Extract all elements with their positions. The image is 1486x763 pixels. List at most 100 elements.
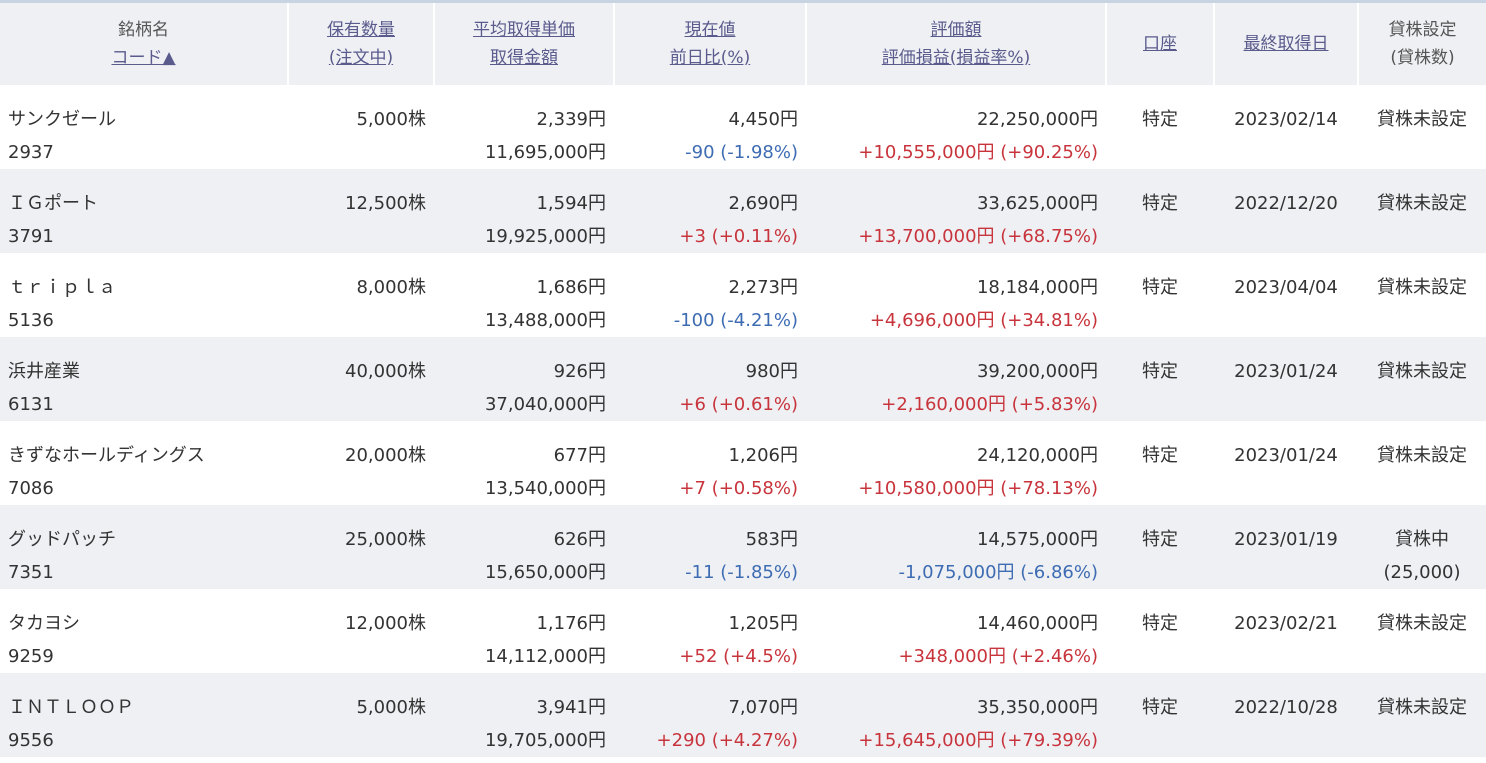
profit-loss: +15,645,000円 (+79.39%) (858, 730, 1098, 751)
cell-quantity: 40,000株 (288, 337, 434, 421)
current-price: 2,690円 (728, 193, 798, 214)
stock-name[interactable]: きずなホールディングス (8, 439, 280, 472)
avg-price: 3,941円 (536, 697, 606, 718)
account-type: 特定 (1142, 109, 1178, 130)
stock-name[interactable]: ＩＧポート (8, 187, 280, 220)
stock-name[interactable]: グッドパッチ (8, 523, 280, 556)
stock-name[interactable]: ｔｒｉｐｌａ (8, 271, 280, 304)
table-header: 銘柄名 コード▲ 保有数量 (注文中) 平均取得単価 取得金額 現在値 前日比(… (0, 3, 1486, 85)
market-value: 14,575,000円 (976, 529, 1098, 550)
stock-code: 3791 (8, 226, 54, 247)
cell-value-pl: 35,350,000円 +15,645,000円 (+79.39%) (806, 673, 1106, 757)
header-value-pl[interactable]: 評価額 評価損益(損益率%) (806, 3, 1107, 85)
cell-avg-cost: 626円 15,650,000円 (434, 505, 614, 589)
profit-loss: +13,700,000円 (+68.75%) (858, 226, 1098, 247)
header-lending-label: 貸株設定 (1388, 20, 1457, 40)
account-type: 特定 (1142, 445, 1178, 466)
cell-avg-cost: 926円 37,040,000円 (434, 337, 614, 421)
quantity: 25,000株 (345, 529, 426, 550)
avg-price: 626円 (553, 529, 606, 550)
acquisition-cost: 37,040,000円 (484, 394, 606, 415)
current-price: 980円 (745, 361, 798, 382)
cell-name-code: ＩＧポート 3791 (0, 169, 288, 253)
stock-name[interactable]: タカヨシ (8, 607, 280, 640)
header-price-change[interactable]: 現在値 前日比(%) (614, 3, 807, 85)
table-body: サンクゼール 2937 5,000株 2,339円 11,695,000円 4,… (0, 85, 1486, 757)
sort-price-link[interactable]: 現在値 (615, 16, 805, 44)
sort-pl-link[interactable]: 評価損益(損益率%) (807, 44, 1105, 72)
cell-account: 特定 (1106, 337, 1214, 421)
table-row[interactable]: 浜井産業 6131 40,000株 926円 37,040,000円 980円 … (0, 337, 1486, 421)
cell-account: 特定 (1106, 169, 1214, 253)
cell-name-code: ｔｒｉｐｌａ 5136 (0, 253, 288, 337)
cell-price-change: 2,690円 +3 (+0.11%) (614, 169, 806, 253)
profit-loss: -1,075,000円 (-6.86%) (898, 562, 1098, 583)
header-quantity[interactable]: 保有数量 (注文中) (288, 3, 435, 85)
cell-lending: 貸株未設定 (1358, 421, 1486, 505)
acquisition-cost: 15,650,000円 (484, 562, 606, 583)
sort-account-link[interactable]: 口座 (1107, 30, 1213, 58)
header-account[interactable]: 口座 (1106, 3, 1215, 85)
last-acquired-date: 2023/02/21 (1234, 613, 1338, 634)
profit-loss: +2,160,000円 (+5.83%) (881, 394, 1098, 415)
cell-name-code: きずなホールディングス 7086 (0, 421, 288, 505)
stock-code: 9259 (8, 646, 54, 667)
cell-quantity: 12,500株 (288, 169, 434, 253)
cell-lending: 貸株中 (25,000) (1358, 505, 1486, 589)
acquisition-cost: 14,112,000円 (484, 646, 606, 667)
table-row[interactable]: きずなホールディングス 7086 20,000株 677円 13,540,000… (0, 421, 1486, 505)
header-last-date[interactable]: 最終取得日 (1214, 3, 1359, 85)
table-row[interactable]: ＩＮＴＬＯＯＰ 9556 5,000株 3,941円 19,705,000円 7… (0, 673, 1486, 757)
cell-lending: 貸株未設定 (1358, 85, 1486, 169)
lending-status: 貸株未設定 (1377, 193, 1467, 214)
day-change: -100 (-4.21%) (673, 310, 798, 331)
day-change: +3 (+0.11%) (679, 226, 798, 247)
table-row[interactable]: サンクゼール 2937 5,000株 2,339円 11,695,000円 4,… (0, 85, 1486, 169)
sort-avg-price-link[interactable]: 平均取得単価 (435, 16, 613, 44)
cell-account: 特定 (1106, 253, 1214, 337)
market-value: 14,460,000円 (976, 613, 1098, 634)
sort-code-link[interactable]: コード▲ (0, 44, 287, 72)
current-price: 1,205円 (728, 613, 798, 634)
acquisition-cost: 13,540,000円 (484, 478, 606, 499)
account-type: 特定 (1142, 277, 1178, 298)
cell-price-change: 7,070円 +290 (+4.27%) (614, 673, 806, 757)
acquisition-cost: 19,705,000円 (484, 730, 606, 751)
sort-change-link[interactable]: 前日比(%) (615, 44, 805, 72)
avg-price: 1,176円 (536, 613, 606, 634)
table-row[interactable]: グッドパッチ 7351 25,000株 626円 15,650,000円 583… (0, 505, 1486, 589)
lending-status: 貸株未設定 (1377, 445, 1467, 466)
cell-lending: 貸株未設定 (1358, 673, 1486, 757)
cell-lending: 貸株未設定 (1358, 589, 1486, 673)
quantity: 5,000株 (356, 109, 426, 130)
sort-pending-link[interactable]: (注文中) (289, 44, 433, 72)
header-lending: 貸株設定 (貸株数) (1358, 3, 1486, 85)
sort-cost-link[interactable]: 取得金額 (435, 44, 613, 72)
quantity: 5,000株 (356, 697, 426, 718)
lending-status: 貸株未設定 (1377, 613, 1467, 634)
cell-value-pl: 14,460,000円 +348,000円 (+2.46%) (806, 589, 1106, 673)
cell-last-date: 2023/01/24 (1214, 421, 1358, 505)
stock-name[interactable]: 浜井産業 (8, 355, 280, 388)
cell-price-change: 1,206円 +7 (+0.58%) (614, 421, 806, 505)
last-acquired-date: 2023/01/19 (1234, 529, 1338, 550)
cell-avg-cost: 2,339円 11,695,000円 (434, 85, 614, 169)
sort-quantity-link[interactable]: 保有数量 (289, 16, 433, 44)
day-change: -90 (-1.98%) (685, 142, 798, 163)
stock-name[interactable]: ＩＮＴＬＯＯＰ (8, 691, 280, 724)
table-row[interactable]: ＩＧポート 3791 12,500株 1,594円 19,925,000円 2,… (0, 169, 1486, 253)
cell-lending: 貸株未設定 (1358, 169, 1486, 253)
sort-value-link[interactable]: 評価額 (807, 16, 1105, 44)
acquisition-cost: 19,925,000円 (484, 226, 606, 247)
cell-name-code: 浜井産業 6131 (0, 337, 288, 421)
cell-last-date: 2022/10/28 (1214, 673, 1358, 757)
table-row[interactable]: ｔｒｉｐｌａ 5136 8,000株 1,686円 13,488,000円 2,… (0, 253, 1486, 337)
avg-price: 926円 (553, 361, 606, 382)
market-value: 22,250,000円 (976, 109, 1098, 130)
table-row[interactable]: タカヨシ 9259 12,000株 1,176円 14,112,000円 1,2… (0, 589, 1486, 673)
header-avg-cost[interactable]: 平均取得単価 取得金額 (434, 3, 615, 85)
market-value: 18,184,000円 (976, 277, 1098, 298)
header-lending-qty-label: (貸株数) (1390, 48, 1455, 68)
stock-name[interactable]: サンクゼール (8, 103, 280, 136)
sort-date-link[interactable]: 最終取得日 (1215, 30, 1357, 58)
